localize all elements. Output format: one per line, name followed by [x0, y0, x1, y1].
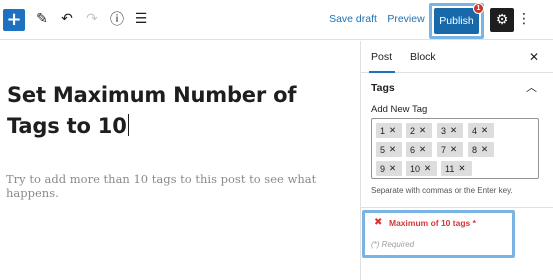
tag-token: 2 ✕ [406, 123, 432, 138]
close-icon: ✕ [528, 50, 540, 64]
add-tag-label: Add New Tag [371, 104, 428, 115]
list-view-button[interactable]: ☰ [130, 6, 152, 32]
remove-tag-icon[interactable]: ✕ [481, 145, 488, 155]
info-icon: ⓘ [110, 12, 124, 28]
tag-token-label: 5 [380, 144, 386, 155]
post-title-text: Set Maximum Number of Tags to 10 [7, 83, 297, 138]
remove-tag-icon[interactable]: ✕ [458, 164, 465, 174]
remove-tag-icon[interactable]: ✕ [450, 145, 457, 155]
paragraph-block[interactable]: Try to add more than 10 tags to this pos… [6, 172, 351, 200]
publish-highlight: Publish 1 [429, 3, 484, 39]
tag-limit-message: Maximum of 10 tags * [389, 218, 476, 228]
pencil-icon: ✎ [36, 11, 48, 27]
tag-token: 11 ✕ [441, 161, 472, 176]
preview-button[interactable]: Preview [384, 6, 428, 32]
tag-token-label: 9 [380, 163, 386, 174]
tag-token-label: 6 [410, 144, 416, 155]
tag-token-label: 10 [410, 163, 421, 174]
remove-tag-icon[interactable]: ✕ [481, 126, 488, 136]
tag-token: 6 ✕ [406, 142, 432, 157]
publish-badge: 1 [473, 3, 484, 14]
remove-tag-icon[interactable]: ✕ [419, 126, 426, 136]
tags-panel-title: Tags [371, 82, 395, 94]
details-button[interactable]: ⓘ [106, 6, 128, 32]
tag-token-label: 1 [380, 125, 386, 136]
remove-tag-icon[interactable]: ✕ [389, 145, 396, 155]
tag-token: 1 ✕ [376, 123, 402, 138]
gear-icon: ⚙ [495, 12, 509, 28]
redo-button[interactable]: ↷ [81, 6, 103, 32]
tag-token: 8 ✕ [468, 142, 494, 157]
remove-tag-icon[interactable]: ✕ [389, 126, 396, 136]
tools-button[interactable]: ✎ [31, 6, 53, 32]
undo-button[interactable]: ↶ [56, 6, 78, 32]
tag-token-field[interactable]: 1 ✕ 2 ✕ 3 ✕ 4 ✕ 5 ✕ 6 ✕ 7 ✕ 8 ✕ 9 ✕ 10 ✕ 11 ✕ [371, 118, 539, 179]
undo-icon: ↶ [61, 11, 73, 27]
editor-canvas: Set Maximum Number of Tags to 10 Try to … [0, 41, 360, 280]
tag-token-label: 4 [472, 125, 478, 136]
tag-token-label: 8 [472, 144, 478, 155]
add-block-button[interactable]: + [3, 9, 25, 31]
remove-tag-icon[interactable]: ✕ [450, 126, 457, 136]
tag-token: 3 ✕ [437, 123, 463, 138]
tag-token: 5 ✕ [376, 142, 402, 157]
tag-token-label: 2 [410, 125, 416, 136]
settings-sidebar: Post Block ✕ Tags ︿ Add New Tag 1 ✕ 2 ✕ 3 ✕… [360, 41, 553, 280]
save-draft-button[interactable]: Save draft [325, 6, 381, 32]
tag-token-label: 11 [445, 163, 455, 174]
list-view-icon: ☰ [134, 11, 148, 27]
error-icon: ✖ [374, 217, 383, 228]
panel-divider [361, 207, 553, 208]
plus-icon: + [6, 9, 22, 30]
remove-tag-icon[interactable]: ✕ [419, 145, 426, 155]
tag-token-label: 3 [441, 125, 447, 136]
required-note: (*) Required [371, 240, 415, 249]
tag-token: 7 ✕ [437, 142, 463, 157]
tag-limit-notice: ✖ Maximum of 10 tags * (*) Required [362, 210, 515, 258]
close-sidebar-button[interactable]: ✕ [527, 50, 541, 64]
publish-button[interactable]: Publish [434, 8, 479, 34]
sidebar-tabs: Post Block ✕ [361, 41, 553, 73]
tag-token: 4 ✕ [468, 123, 494, 138]
settings-button[interactable]: ⚙ [490, 8, 514, 32]
tag-token-label: 7 [441, 144, 447, 155]
tab-block[interactable]: Block [410, 41, 436, 73]
tag-token: 10 ✕ [406, 161, 437, 176]
post-title[interactable]: Set Maximum Number of Tags to 10 [7, 80, 352, 142]
text-caret [127, 114, 129, 136]
chevron-up-icon: ︿ [526, 81, 537, 94]
tab-post[interactable]: Post [368, 41, 396, 73]
options-button[interactable]: ⋮ [517, 6, 531, 32]
tag-token: 9 ✕ [376, 161, 402, 176]
tags-panel-toggle[interactable]: Tags ︿ [361, 73, 553, 101]
editor-toolbar: + ✎ ↶ ↷ ⓘ ☰ Save draft Preview Publish 1… [0, 0, 553, 40]
tags-help-text: Separate with commas or the Enter key. [371, 186, 513, 195]
more-vertical-icon: ⋮ [517, 11, 531, 27]
remove-tag-icon[interactable]: ✕ [424, 164, 431, 174]
redo-icon: ↷ [86, 11, 98, 27]
remove-tag-icon[interactable]: ✕ [389, 164, 396, 174]
